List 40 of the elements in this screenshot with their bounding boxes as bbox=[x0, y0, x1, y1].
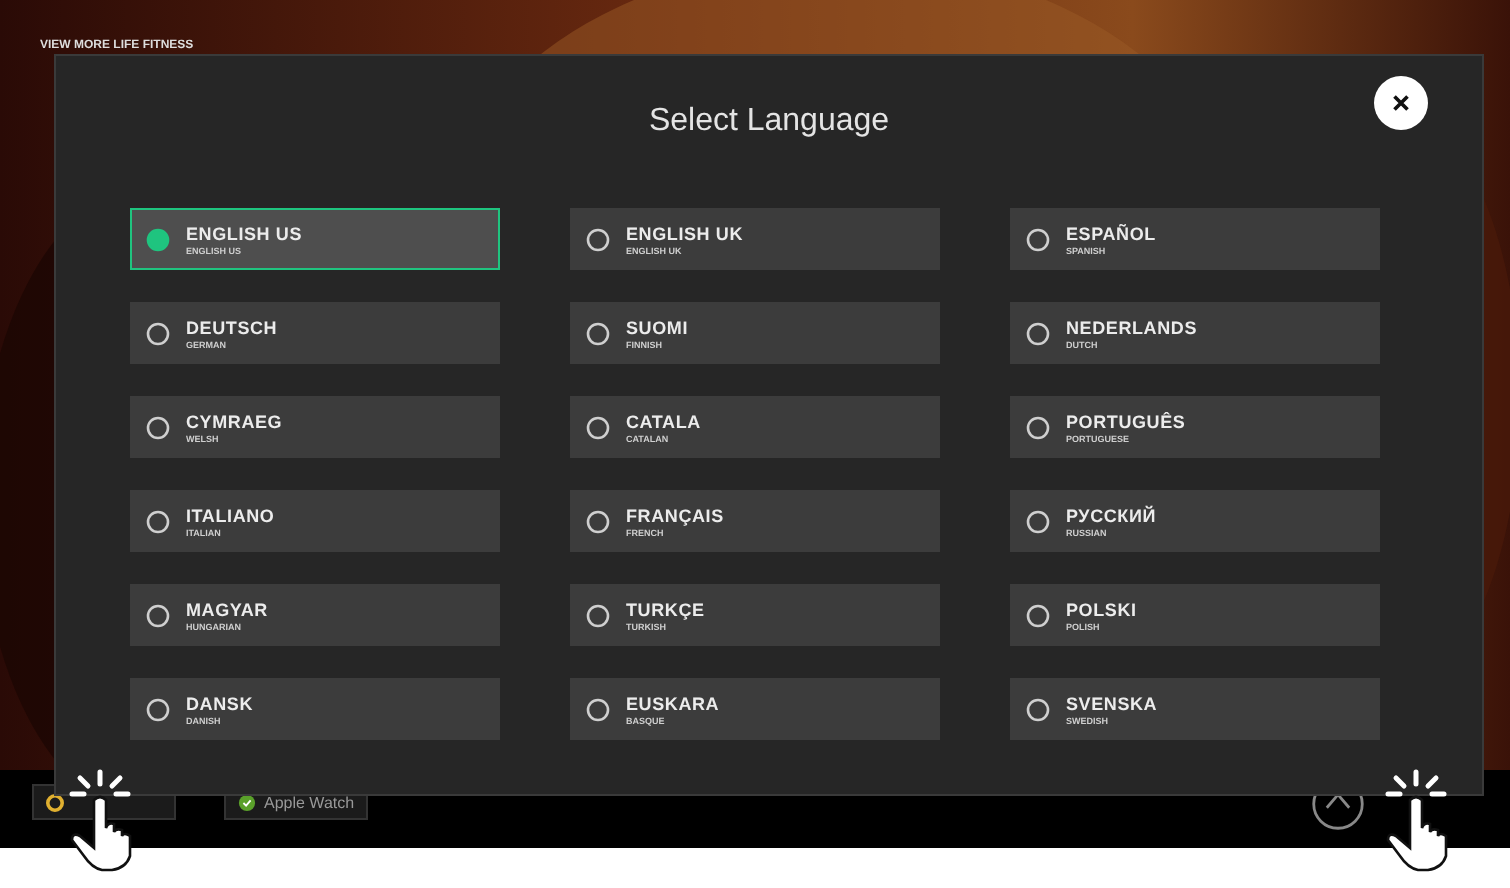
language-name: EUSKARA bbox=[626, 693, 720, 713]
radio-button[interactable] bbox=[586, 603, 610, 627]
radio-button[interactable] bbox=[1026, 509, 1050, 533]
language-name: ENGLISH US bbox=[186, 223, 303, 243]
language-name: SVENSKA bbox=[1066, 693, 1158, 713]
language-name: DEUTSCH bbox=[186, 317, 278, 337]
language-name: NEDERLANDS bbox=[1066, 317, 1198, 337]
radio-button[interactable] bbox=[586, 415, 610, 439]
radio-button[interactable] bbox=[146, 697, 170, 721]
radio-button[interactable] bbox=[146, 321, 170, 345]
language-name: ITALIANO bbox=[186, 505, 275, 525]
radio-button[interactable] bbox=[1026, 321, 1050, 345]
language-name: POLSKI bbox=[1066, 599, 1137, 619]
language-name: CYMRAEG bbox=[186, 411, 283, 431]
radio-button[interactable] bbox=[1026, 227, 1050, 251]
radio-button[interactable] bbox=[146, 509, 170, 533]
radio-button[interactable] bbox=[1026, 415, 1050, 439]
radio-button[interactable] bbox=[1026, 697, 1050, 721]
language-name: CATALA bbox=[626, 411, 701, 431]
close-button[interactable] bbox=[1374, 76, 1428, 130]
language-name: PORTUGUÊS bbox=[1066, 411, 1186, 431]
radio-button[interactable] bbox=[146, 603, 170, 627]
close-icon bbox=[1388, 90, 1414, 116]
radio-button[interactable] bbox=[146, 227, 170, 251]
radio-button[interactable] bbox=[586, 321, 610, 345]
radio-button[interactable] bbox=[1026, 603, 1050, 627]
dialog-title: Select Language bbox=[648, 104, 890, 140]
language-name: ENGLISH UK bbox=[626, 223, 744, 243]
radio-button[interactable] bbox=[586, 509, 610, 533]
language-name: DANSK bbox=[186, 693, 254, 713]
language-name: ESPAÑOL bbox=[1066, 223, 1156, 243]
ring-icon bbox=[46, 793, 64, 811]
language-name: SUOMI bbox=[626, 317, 689, 337]
language-name: MAGYAR bbox=[186, 599, 268, 619]
language-name: TURKÇE bbox=[626, 599, 705, 619]
radio-button[interactable] bbox=[146, 415, 170, 439]
radio-button[interactable] bbox=[586, 697, 610, 721]
language-name: FRANÇAIS bbox=[626, 505, 724, 525]
language-name: РУССКИЙ bbox=[1066, 505, 1157, 525]
radio-button[interactable] bbox=[586, 227, 610, 251]
